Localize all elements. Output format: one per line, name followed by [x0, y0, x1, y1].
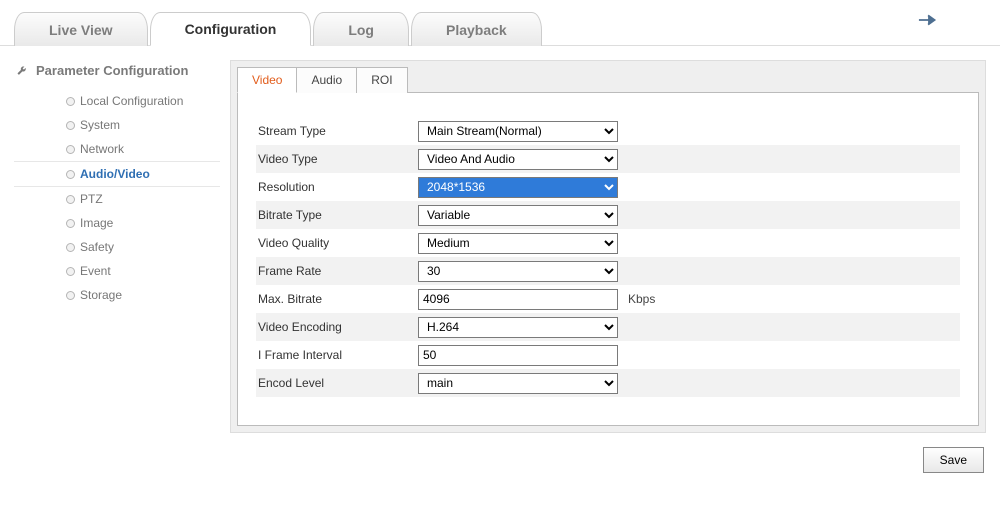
label-bitrate-type: Bitrate Type [256, 208, 418, 222]
row-frame-rate: Frame Rate 30 [256, 257, 960, 285]
sidebar-item-label: Safety [80, 240, 114, 254]
select-bitrate-type[interactable]: Variable [418, 205, 618, 226]
select-video-encoding[interactable]: H.264 [418, 317, 618, 338]
label-iframe-interval: I Frame Interval [256, 348, 418, 362]
tab-live-view-label: Live View [49, 22, 113, 38]
sidebar-item-audio-video[interactable]: Audio/Video [14, 161, 220, 187]
sidebar-item-label: Image [80, 216, 113, 230]
select-video-type[interactable]: Video And Audio [418, 149, 618, 170]
row-encod-level: Encod Level main [256, 369, 960, 397]
label-video-quality: Video Quality [256, 236, 418, 250]
subtab-label: Audio [311, 73, 342, 87]
subtab-video[interactable]: Video [237, 67, 297, 93]
select-resolution[interactable]: 2048*1536 [418, 177, 618, 198]
sidebar-item-label: Storage [80, 288, 122, 302]
tab-live-view[interactable]: Live View [14, 12, 148, 46]
input-max-bitrate[interactable] [418, 289, 618, 310]
subtab-label: ROI [371, 73, 392, 87]
save-row: Save [230, 433, 986, 473]
main-content: Parameter Configuration Local Configurat… [0, 46, 1000, 487]
select-frame-rate[interactable]: 30 [418, 261, 618, 282]
bullet-icon [66, 121, 75, 130]
tab-configuration[interactable]: Configuration [150, 12, 312, 46]
form-area: Stream Type Main Stream(Normal) Video Ty… [237, 92, 979, 426]
bullet-icon [66, 219, 75, 228]
sidebar-item-label: PTZ [80, 192, 103, 206]
tab-playback[interactable]: Playback [411, 12, 542, 46]
sidebar-title: Parameter Configuration [36, 63, 188, 78]
bullet-icon [66, 267, 75, 276]
tab-log[interactable]: Log [313, 12, 409, 46]
label-max-bitrate: Max. Bitrate [256, 292, 418, 306]
label-resolution: Resolution [256, 180, 418, 194]
sidebar-item-label: System [80, 118, 120, 132]
sidebar-item-label: Audio/Video [80, 167, 150, 181]
bullet-icon [66, 195, 75, 204]
select-encod-level[interactable]: main [418, 373, 618, 394]
config-panel: Video Audio ROI Stream Type Main Stream(… [230, 60, 986, 433]
sidebar-item-network[interactable]: Network [14, 137, 220, 161]
row-video-type: Video Type Video And Audio [256, 145, 960, 173]
sidebar-item-label: Network [80, 142, 124, 156]
bullet-icon [66, 145, 75, 154]
row-video-encoding: Video Encoding H.264 [256, 313, 960, 341]
sidebar-item-local-configuration[interactable]: Local Configuration [14, 89, 220, 113]
subtab-label: Video [252, 73, 282, 87]
row-resolution: Resolution 2048*1536 [256, 173, 960, 201]
save-button[interactable]: Save [923, 447, 984, 473]
tab-playback-label: Playback [446, 22, 507, 38]
input-iframe-interval[interactable] [418, 345, 618, 366]
bullet-icon [66, 170, 75, 179]
row-video-quality: Video Quality Medium [256, 229, 960, 257]
label-video-type: Video Type [256, 152, 418, 166]
subtab-audio[interactable]: Audio [296, 67, 357, 93]
sidebar-item-label: Local Configuration [80, 94, 183, 108]
bullet-icon [66, 291, 75, 300]
unit-kbps: Kbps [618, 292, 655, 306]
sidebar-item-safety[interactable]: Safety [14, 235, 220, 259]
logout-arrow-icon[interactable] [918, 12, 940, 31]
row-stream-type: Stream Type Main Stream(Normal) [256, 117, 960, 145]
label-frame-rate: Frame Rate [256, 264, 418, 278]
tab-log-label: Log [348, 22, 374, 38]
sidebar-item-image[interactable]: Image [14, 211, 220, 235]
wrench-icon [16, 62, 30, 79]
sub-tabs: Video Audio ROI [237, 67, 979, 93]
bullet-icon [66, 97, 75, 106]
sidebar-item-ptz[interactable]: PTZ [14, 187, 220, 211]
subtab-roi[interactable]: ROI [356, 67, 407, 93]
label-encod-level: Encod Level [256, 376, 418, 390]
tab-configuration-label: Configuration [185, 21, 277, 37]
select-video-quality[interactable]: Medium [418, 233, 618, 254]
bullet-icon [66, 243, 75, 252]
row-bitrate-type: Bitrate Type Variable [256, 201, 960, 229]
sidebar-item-label: Event [80, 264, 111, 278]
sidebar-header: Parameter Configuration [14, 60, 220, 89]
sidebar-item-event[interactable]: Event [14, 259, 220, 283]
top-nav: Live View Configuration Log Playback [0, 0, 1000, 46]
select-stream-type[interactable]: Main Stream(Normal) [418, 121, 618, 142]
sidebar-item-system[interactable]: System [14, 113, 220, 137]
label-stream-type: Stream Type [256, 124, 418, 138]
row-max-bitrate: Max. Bitrate Kbps [256, 285, 960, 313]
sidebar: Parameter Configuration Local Configurat… [14, 60, 220, 473]
row-iframe-interval: I Frame Interval [256, 341, 960, 369]
label-video-encoding: Video Encoding [256, 320, 418, 334]
sidebar-item-storage[interactable]: Storage [14, 283, 220, 307]
